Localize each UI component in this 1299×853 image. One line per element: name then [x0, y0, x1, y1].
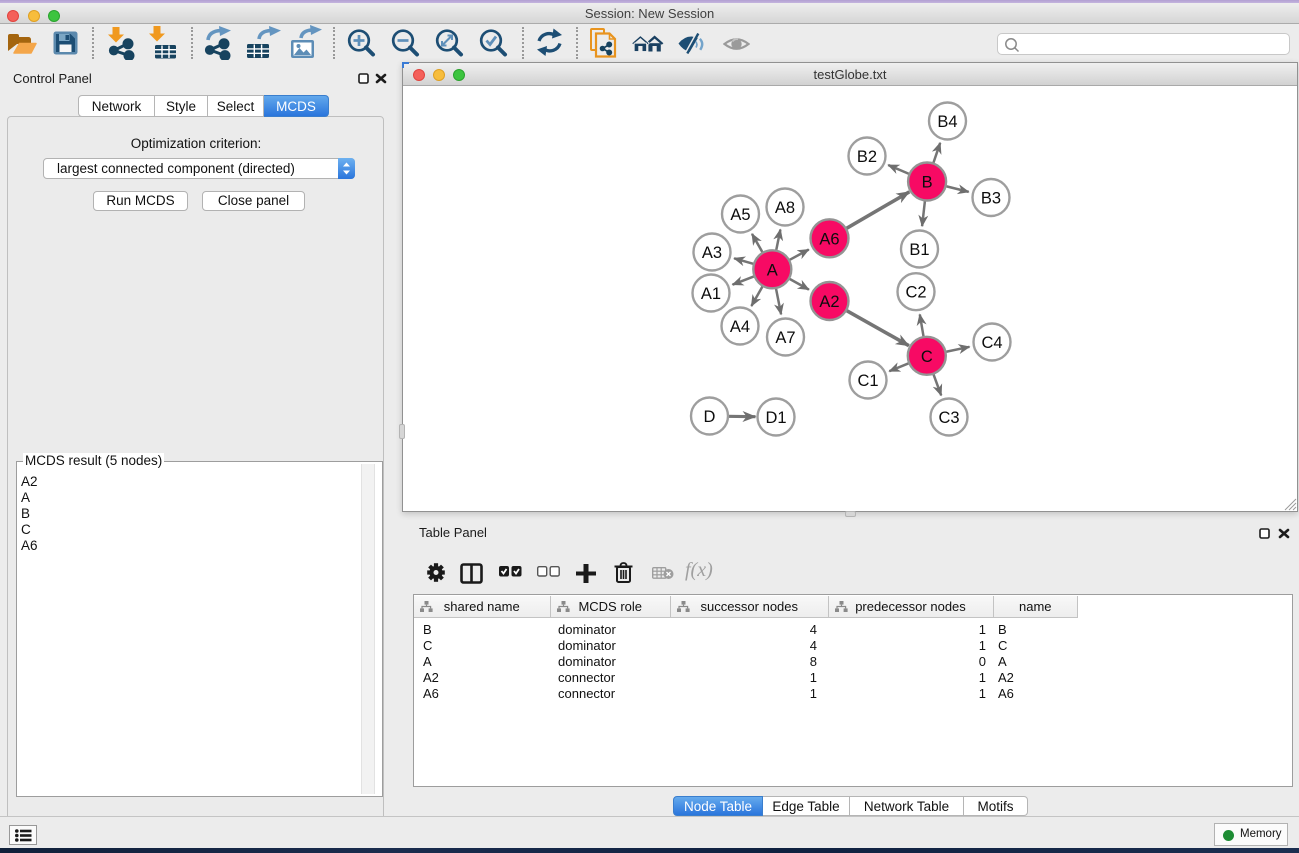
svg-text:C2: C2 [905, 284, 926, 302]
svg-text:C: C [921, 348, 933, 366]
svg-text:A1: A1 [701, 285, 721, 303]
svg-text:A: A [767, 261, 778, 279]
svg-text:D1: D1 [765, 409, 786, 427]
svg-text:B2: B2 [857, 148, 877, 166]
svg-text:A3: A3 [702, 244, 722, 262]
svg-text:A8: A8 [775, 199, 795, 217]
svg-text:C3: C3 [938, 409, 959, 427]
svg-text:C1: C1 [857, 372, 878, 390]
svg-text:C4: C4 [981, 334, 1002, 352]
svg-text:D: D [704, 408, 716, 426]
svg-text:A7: A7 [775, 329, 795, 347]
svg-text:A4: A4 [730, 318, 750, 336]
svg-text:B1: B1 [909, 241, 929, 259]
svg-text:B4: B4 [937, 113, 957, 131]
svg-text:B3: B3 [981, 190, 1001, 208]
svg-text:A5: A5 [730, 206, 750, 224]
svg-text:A2: A2 [819, 293, 839, 311]
svg-text:A6: A6 [819, 230, 839, 248]
svg-text:B: B [922, 174, 933, 192]
